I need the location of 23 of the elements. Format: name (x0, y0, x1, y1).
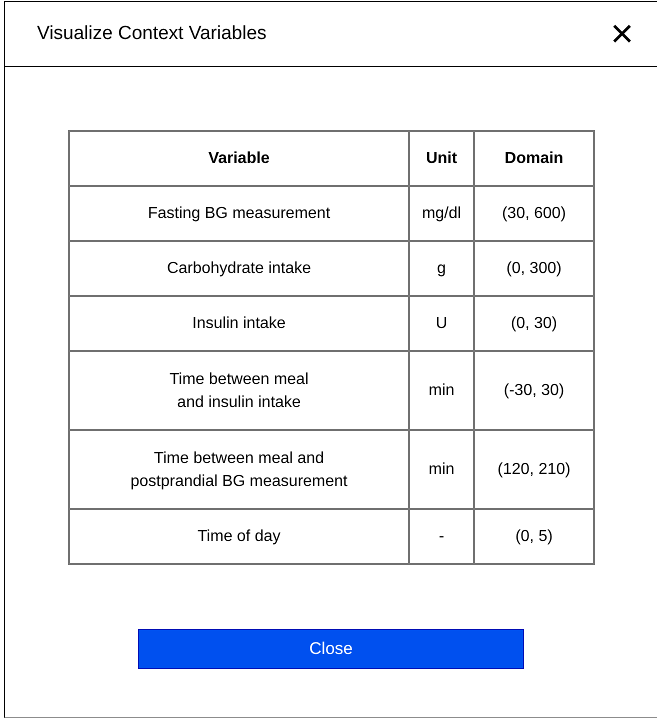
table-cell: (0, 5) (474, 509, 594, 564)
column-header: Domain (474, 131, 594, 186)
table-cell: (30, 600) (474, 186, 594, 241)
table-cell: Time between meal and insulin intake (69, 351, 409, 430)
table-cell: (-30, 30) (474, 351, 594, 430)
table-cell: Fasting BG measurement (69, 186, 409, 241)
table-cell: (120, 210) (474, 430, 594, 509)
table-cell: mg/dl (409, 186, 474, 241)
table-cell: (0, 30) (474, 296, 594, 351)
table-cell: min (409, 430, 474, 509)
table-cell: Time between meal and postprandial BG measurement (69, 430, 409, 509)
table-cell: g (409, 241, 474, 296)
dialog-title: Visualize Context Variables (37, 22, 267, 46)
table-cell: (0, 300) (474, 241, 594, 296)
column-header: Variable (69, 131, 409, 186)
column-header: Unit (409, 131, 474, 186)
table-cell: Carbohydrate intake (69, 241, 409, 296)
table-cell: - (409, 509, 474, 564)
close-button[interactable]: Close (138, 629, 524, 669)
table-cell: Insulin intake (69, 296, 409, 351)
table-cell: Time of day (69, 509, 409, 564)
table-cell: U (409, 296, 474, 351)
table-cell: min (409, 351, 474, 430)
